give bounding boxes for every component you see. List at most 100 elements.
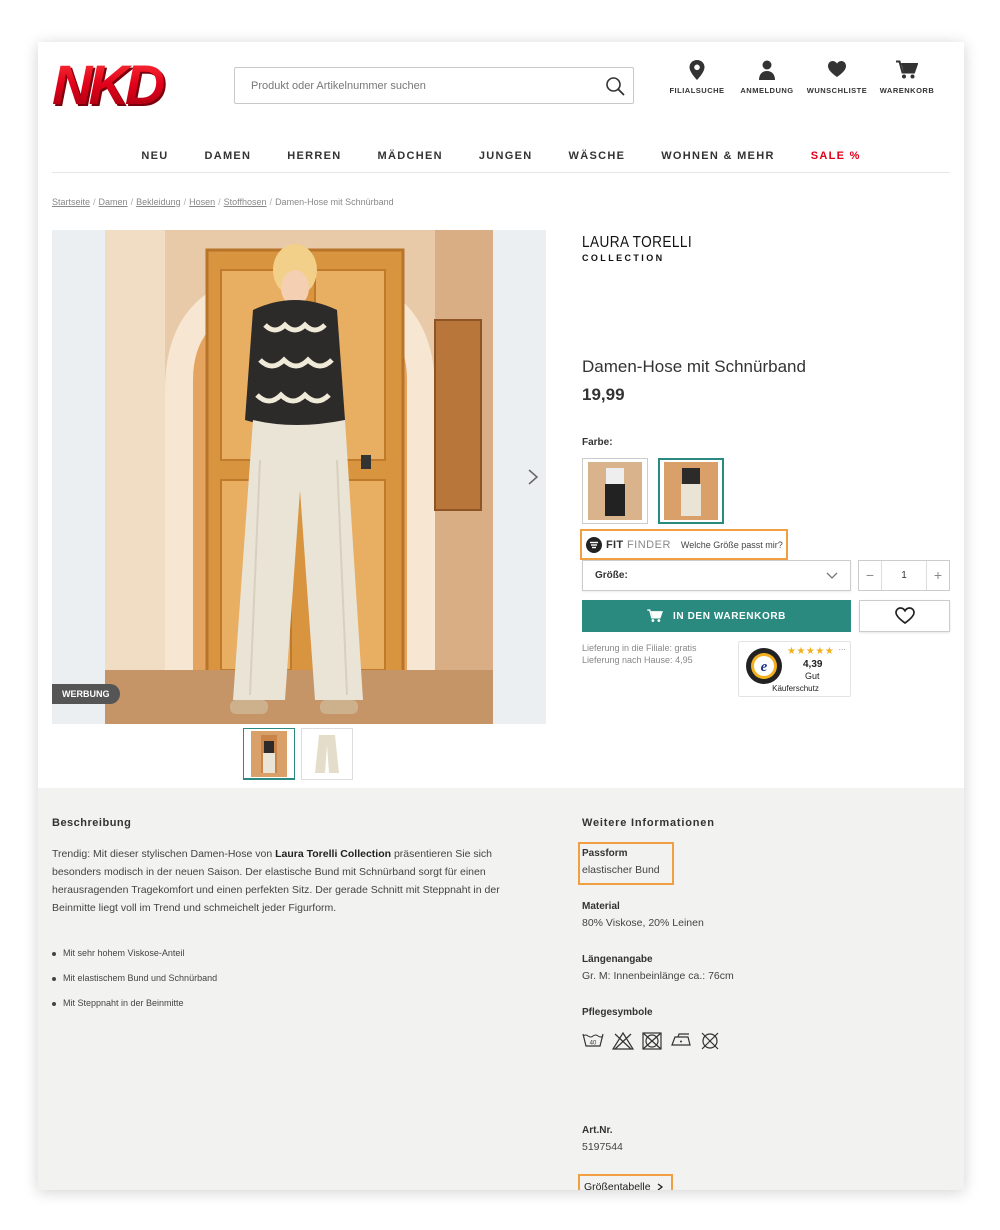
trusted-stars: ★★★★★ <box>787 646 835 657</box>
no-dry-clean-icon <box>701 1032 719 1050</box>
nav-item-maedchen[interactable]: MÄDCHEN <box>378 138 443 174</box>
size-table-link[interactable]: Größentabelle <box>578 1174 673 1190</box>
fit-finder-icon <box>586 536 602 553</box>
size-table-label: Größentabelle <box>584 1181 651 1190</box>
user-icon <box>759 60 775 80</box>
attr-fit: Passform elastischer Bund <box>582 848 660 876</box>
nav-item-wohnen[interactable]: WOHNEN & MEHR <box>661 138 774 174</box>
product-gallery[interactable]: WERBUNG <box>52 230 546 724</box>
description-text: Trendig: Mit dieser stylischen Damen-Hos… <box>52 848 500 914</box>
trusted-shops-badge[interactable]: e ★★★★★ 4,39 Gut Käuferschutz ... <box>738 641 851 697</box>
iron-low-icon <box>671 1033 691 1046</box>
brand-name: LAURA TORELLI <box>582 234 693 251</box>
trusted-buyer-protection: Käuferschutz <box>772 684 819 693</box>
attr-material-value: 80% Viskose, 20% Leinen <box>582 917 704 929</box>
main-nav: NEU DAMEN HERREN MÄDCHEN JUNGEN WÄSCHE W… <box>38 138 964 174</box>
list-item: Mit sehr hohem Viskose-Anteil <box>52 948 217 973</box>
page-frame: NKD NKD FILIALSUCHE ANMELDUNG <box>38 42 964 1190</box>
breadcrumb-link[interactable]: Stoffhosen <box>224 197 267 207</box>
quantity-decrease-button[interactable]: − <box>859 561 881 590</box>
product-photo[interactable] <box>105 230 493 724</box>
attr-care-label: Pflegesymbole <box>582 1007 653 1018</box>
feature-list: Mit sehr hohem Viskose-Anteil Mit elasti… <box>52 948 217 1023</box>
delivery-home: Lieferung nach Hause: 4,95 <box>582 655 693 665</box>
quantity-stepper: − 1 + <box>858 560 950 591</box>
cart-link[interactable]: WARENKORB <box>872 60 942 95</box>
svg-text:NKD: NKD <box>52 60 164 112</box>
nav-item-neu[interactable]: NEU <box>141 138 168 174</box>
color-swatch-black[interactable] <box>582 458 648 524</box>
cart-label: WARENKORB <box>879 86 935 95</box>
search-icon[interactable] <box>605 76 625 96</box>
color-label: Farbe: <box>582 437 613 448</box>
attr-material: Material 80% Viskose, 20% Leinen <box>582 901 704 929</box>
quantity-value[interactable]: 1 <box>881 561 927 590</box>
header-actions: FILIALSUCHE ANMELDUNG WUNSCHLISTE WARENK… <box>662 60 942 95</box>
add-to-wishlist-button[interactable] <box>859 600 950 632</box>
gallery-thumbnails <box>243 728 353 780</box>
thumbnail-image <box>251 730 287 777</box>
nav-item-damen[interactable]: DAMEN <box>204 138 251 174</box>
no-bleach-icon <box>612 1032 634 1050</box>
breadcrumb-link[interactable]: Startseite <box>52 197 90 207</box>
wishlist-link[interactable]: WUNSCHLISTE <box>802 60 872 95</box>
store-finder-label: FILIALSUCHE <box>669 86 725 95</box>
trusted-rating: 4,39 <box>803 659 823 670</box>
attr-fit-label: Passform <box>582 848 628 859</box>
breadcrumb-link[interactable]: Damen <box>99 197 128 207</box>
nkd-logo[interactable]: NKD NKD <box>52 60 200 112</box>
quantity-increase-button[interactable]: + <box>927 561 949 590</box>
add-to-cart-button[interactable]: IN DEN WARENKORB <box>582 600 851 632</box>
nav-item-sale[interactable]: SALE % <box>811 138 861 174</box>
trusted-more[interactable]: ... <box>838 642 846 652</box>
nav-item-herren[interactable]: HERREN <box>287 138 341 174</box>
nav-divider <box>52 172 950 173</box>
login-link[interactable]: ANMELDUNG <box>732 60 802 95</box>
brand-logo[interactable]: LAURA TORELLI COLLECTION <box>582 234 712 263</box>
thumbnail-2[interactable] <box>301 728 353 780</box>
add-to-cart-label: IN DEN WARENKORB <box>673 610 786 622</box>
list-item: Mit Steppnaht in der Beinmitte <box>52 998 217 1023</box>
location-pin-icon <box>689 60 705 80</box>
advertising-badge: WERBUNG <box>52 684 120 704</box>
brand-subline: COLLECTION <box>582 253 665 263</box>
search-input[interactable] <box>235 68 585 103</box>
thumbnail-1[interactable] <box>243 728 295 780</box>
description-heading: Beschreibung <box>52 817 132 829</box>
breadcrumb: Startseite / Damen / Bekleidung / Hosen / Stoffh… <box>52 197 394 207</box>
color-swatch-beige[interactable] <box>658 458 724 524</box>
trusted-shops-seal-icon: e <box>746 648 782 684</box>
login-label: ANMELDUNG <box>740 86 794 95</box>
svg-text:e: e <box>761 659 768 675</box>
nav-item-waesche[interactable]: WÄSCHE <box>569 138 626 174</box>
fit-finder-button[interactable]: FIT FINDER Welche Größe passt mir? <box>580 529 788 560</box>
attr-article-label: Art.Nr. <box>582 1125 613 1136</box>
swatch-image <box>664 462 718 520</box>
swatch-image <box>588 462 642 520</box>
list-item: Mit elastischem Bund und Schnürband <box>52 973 217 998</box>
nav-item-jungen[interactable]: JUNGEN <box>479 138 533 174</box>
attr-fit-value: elastischer Bund <box>582 864 660 876</box>
store-finder-link[interactable]: FILIALSUCHE <box>662 60 732 95</box>
attr-length: Längenangabe Gr. M: Innenbeinlänge ca.: … <box>582 954 734 982</box>
heart-outline-icon <box>894 607 915 625</box>
gallery-next-arrow-icon[interactable] <box>526 467 540 487</box>
no-tumble-dry-icon <box>642 1032 662 1050</box>
size-select-label: Größe: <box>595 570 628 581</box>
svg-text:40: 40 <box>590 1041 597 1047</box>
thumbnail-image <box>309 731 345 777</box>
attr-material-label: Material <box>582 901 620 912</box>
breadcrumb-link[interactable]: Bekleidung <box>136 197 181 207</box>
size-select[interactable]: Größe: <box>582 560 851 591</box>
attr-length-label: Längenangabe <box>582 954 653 965</box>
attr-length-value: Gr. M: Innenbeinlänge ca.: 76cm <box>582 970 734 982</box>
product-details-section: Beschreibung Trendig: Mit dieser stylisc… <box>38 788 964 1190</box>
cart-icon <box>647 609 664 622</box>
cart-icon <box>896 60 918 79</box>
product-title: Damen-Hose mit Schnürband <box>582 357 806 376</box>
breadcrumb-link[interactable]: Hosen <box>189 197 215 207</box>
breadcrumb-current: Damen-Hose mit Schnürband <box>275 197 394 207</box>
delivery-store: Lieferung in die Filiale: gratis <box>582 643 697 653</box>
wishlist-label: WUNSCHLISTE <box>806 86 868 95</box>
chevron-right-icon <box>657 1183 663 1190</box>
